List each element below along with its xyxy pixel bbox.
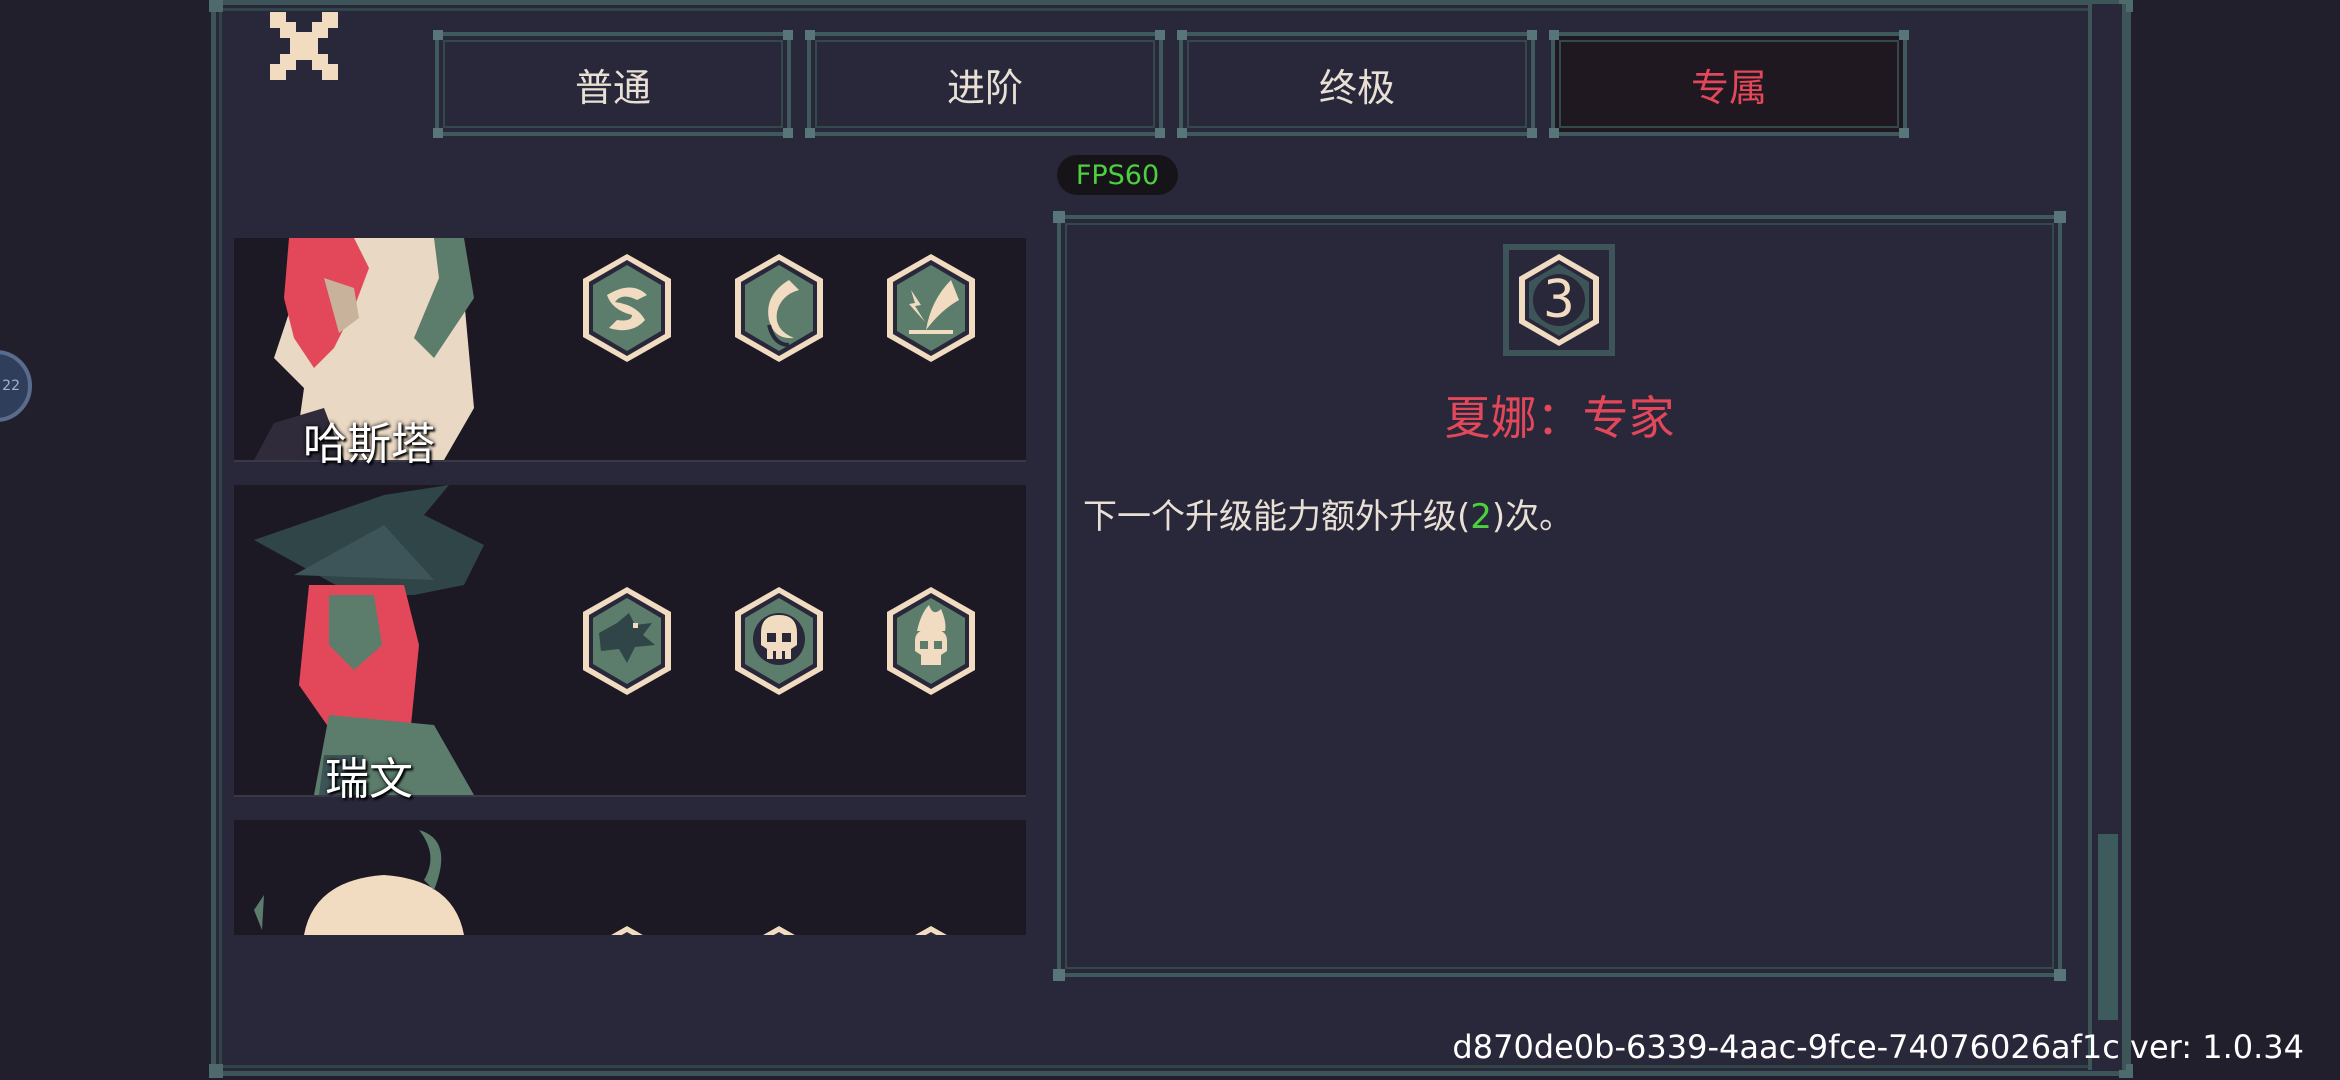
skill-detail-panel: 3 夏娜：专家 下一个升级能力额外升级(2)次。 — [1053, 211, 2066, 981]
tab-label: 普通 — [574, 65, 651, 110]
floating-assist-button[interactable]: 22 — [0, 350, 32, 422]
character-list[interactable]: 哈斯塔 瑞文 — [234, 238, 1026, 935]
skill-slot[interactable] — [577, 922, 677, 935]
tab-ultimate[interactable]: 终极 — [1177, 30, 1537, 138]
skull-skill[interactable] — [729, 583, 829, 699]
flaming-skull-icon — [887, 587, 975, 695]
close-button[interactable] — [266, 8, 342, 84]
desc-highlight-value: 2 — [1470, 497, 1492, 537]
tab-exclusive[interactable]: 专属 — [1549, 30, 1909, 138]
wind-swirl-icon — [583, 254, 671, 362]
skill-icon — [915, 926, 947, 935]
lightning-plume-icon — [887, 254, 975, 362]
skill-level-badge: 3 — [1501, 242, 1617, 358]
skill-slot[interactable] — [729, 922, 829, 935]
character-row[interactable]: 瑞文 — [234, 485, 1026, 805]
skill-icon — [763, 926, 795, 935]
version-label: d870de0b-6339-4aac-9fce-74076026af1c ver… — [1452, 1028, 2304, 1066]
skill-slot[interactable] — [881, 922, 981, 935]
crow-icon — [583, 587, 671, 695]
close-icon — [270, 12, 338, 80]
fps-counter: FPS60 — [1057, 155, 1178, 195]
desc-text: )次。 — [1491, 497, 1574, 537]
badge-number: 3 — [1543, 270, 1575, 330]
character-row[interactable] — [234, 820, 1026, 935]
skill-title: 夏娜：专家 — [1444, 391, 1675, 445]
wind-swirl-skill[interactable] — [577, 250, 677, 366]
skull-icon — [735, 587, 823, 695]
tab-label: 专属 — [1690, 65, 1767, 110]
character-name: 哈斯塔 — [303, 419, 435, 470]
crescent-moon-skill[interactable] — [729, 250, 829, 366]
crescent-moon-icon — [735, 254, 823, 362]
panel-corner — [209, 0, 223, 12]
character-row[interactable]: 哈斯塔 — [234, 238, 1026, 470]
tab-label: 进阶 — [946, 65, 1023, 110]
floating-assist-label: 22 — [2, 378, 20, 394]
game-screen: 22 普通 进阶 终极 专属 FPS60 哈斯塔 瑞文 3 夏娜：专家 下一个升… — [0, 0, 2340, 1080]
skill-description: 下一个升级能力额外升级(2)次。 — [1083, 489, 2038, 538]
lightning-plume-skill[interactable] — [881, 250, 981, 366]
desc-text: 下一个升级能力额外升级( — [1083, 497, 1471, 537]
character-portrait — [234, 820, 534, 935]
flaming-skull-skill[interactable] — [881, 583, 981, 699]
tab-label: 终极 — [1318, 65, 1395, 110]
crow-skill[interactable] — [577, 583, 677, 699]
tab-advanced[interactable]: 进阶 — [805, 30, 1165, 138]
scrollbar-thumb[interactable] — [2098, 834, 2118, 1020]
panel-corner — [209, 1064, 223, 1078]
character-name: 瑞文 — [325, 754, 413, 805]
skill-icon — [611, 926, 643, 935]
tab-normal[interactable]: 普通 — [433, 30, 793, 138]
